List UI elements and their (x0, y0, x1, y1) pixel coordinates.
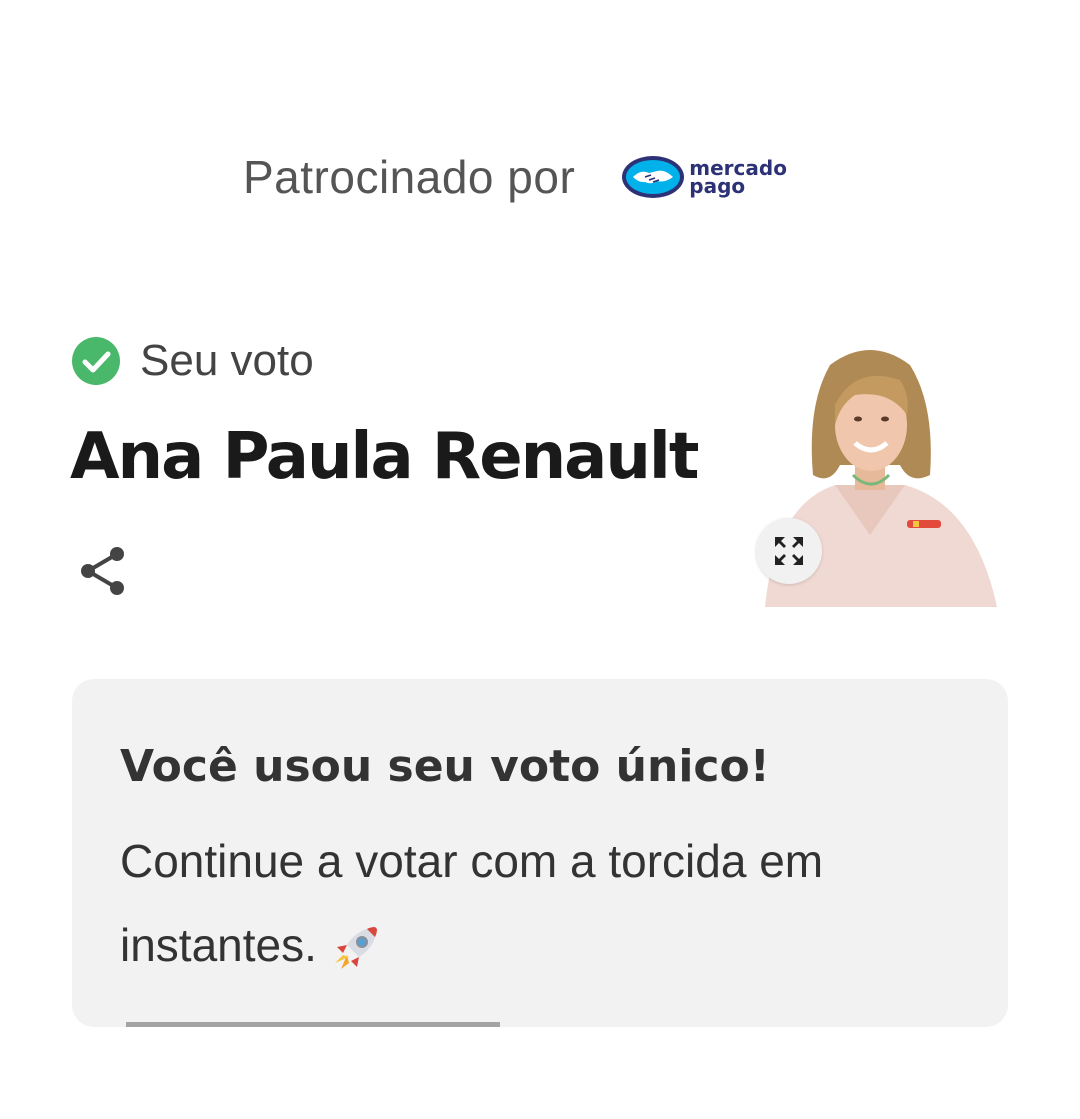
brand-line2: pago (689, 174, 746, 198)
mercado-pago-logo: mercado pago (621, 155, 787, 199)
mercado-pago-wordmark: mercado pago (689, 158, 787, 198)
your-vote-text: Seu voto (140, 336, 314, 385)
progress-track (126, 1022, 956, 1027)
share-button[interactable] (76, 544, 130, 598)
vote-info-card: Você usou seu voto único! Continue a vot… (72, 679, 1008, 1027)
sponsor-row: Patrocinado por mercado pago (243, 150, 787, 204)
vote-confirmation-page: Patrocinado por mercado pago Seu voto An… (0, 0, 1080, 1119)
candidate-name: Ana Paula Renault (70, 420, 699, 494)
progress-fill (126, 1022, 500, 1027)
info-title: Você usou seu voto único! (120, 741, 770, 792)
share-icon (81, 547, 124, 595)
info-body-text: Continue a votar com a torcida em instan… (120, 835, 824, 971)
check-circle-icon (72, 337, 120, 385)
sponsor-label: Patrocinado por (243, 151, 576, 203)
rocket-icon (334, 926, 377, 969)
info-body: Continue a votar com a torcida em instan… (120, 819, 950, 987)
expand-photo-button[interactable] (756, 518, 822, 584)
handshake-icon (622, 156, 685, 198)
your-vote-label: Seu voto (72, 336, 314, 386)
expand-icon (775, 537, 803, 565)
